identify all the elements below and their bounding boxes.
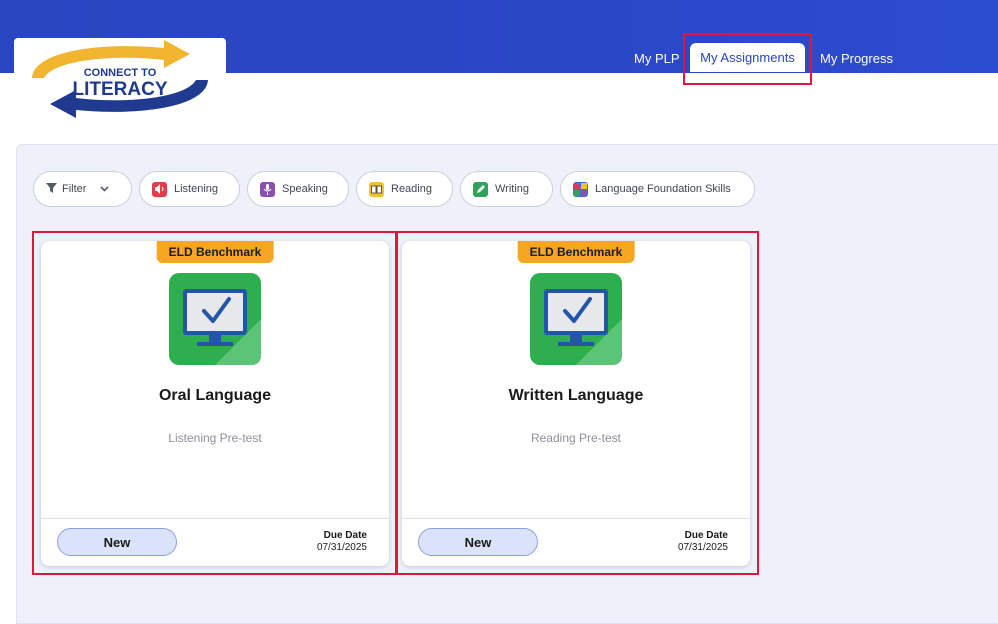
nav-my-plp[interactable]: My PLP: [634, 44, 680, 72]
chip-speaking[interactable]: Speaking: [247, 171, 349, 207]
nav-my-progress[interactable]: My Progress: [820, 44, 893, 72]
card-highlight-box: [32, 231, 397, 575]
chip-label: Listening: [174, 183, 219, 195]
book-icon: [369, 181, 384, 197]
blocks-icon: [573, 181, 588, 197]
filter-label: Filter: [62, 183, 87, 195]
card-highlight-box: [396, 231, 759, 575]
chip-label: Language Foundation Skills: [595, 183, 731, 195]
chip-reading[interactable]: Reading: [356, 171, 453, 207]
chip-language-foundation-skills[interactable]: Language Foundation Skills: [560, 171, 755, 207]
chip-label: Reading: [391, 183, 432, 195]
filter-icon: [46, 182, 57, 196]
nav-highlight-box: [683, 33, 812, 85]
microphone-icon: [260, 181, 275, 197]
chip-label: Speaking: [282, 183, 328, 195]
filter-dropdown[interactable]: Filter: [33, 171, 132, 207]
chip-label: Writing: [495, 183, 530, 195]
chip-writing[interactable]: Writing: [460, 171, 553, 207]
connect-to-literacy-logo[interactable]: CONNECT TO LITERACY: [14, 38, 226, 120]
logo-graphic: CONNECT TO LITERACY: [32, 40, 208, 118]
chevron-down-icon: [100, 183, 110, 195]
speaker-icon: [152, 181, 167, 197]
logo-line1: CONNECT TO: [84, 67, 157, 79]
chip-listening[interactable]: Listening: [139, 171, 240, 207]
pencil-icon: [473, 181, 488, 197]
logo-line2: LITERACY: [73, 79, 168, 100]
